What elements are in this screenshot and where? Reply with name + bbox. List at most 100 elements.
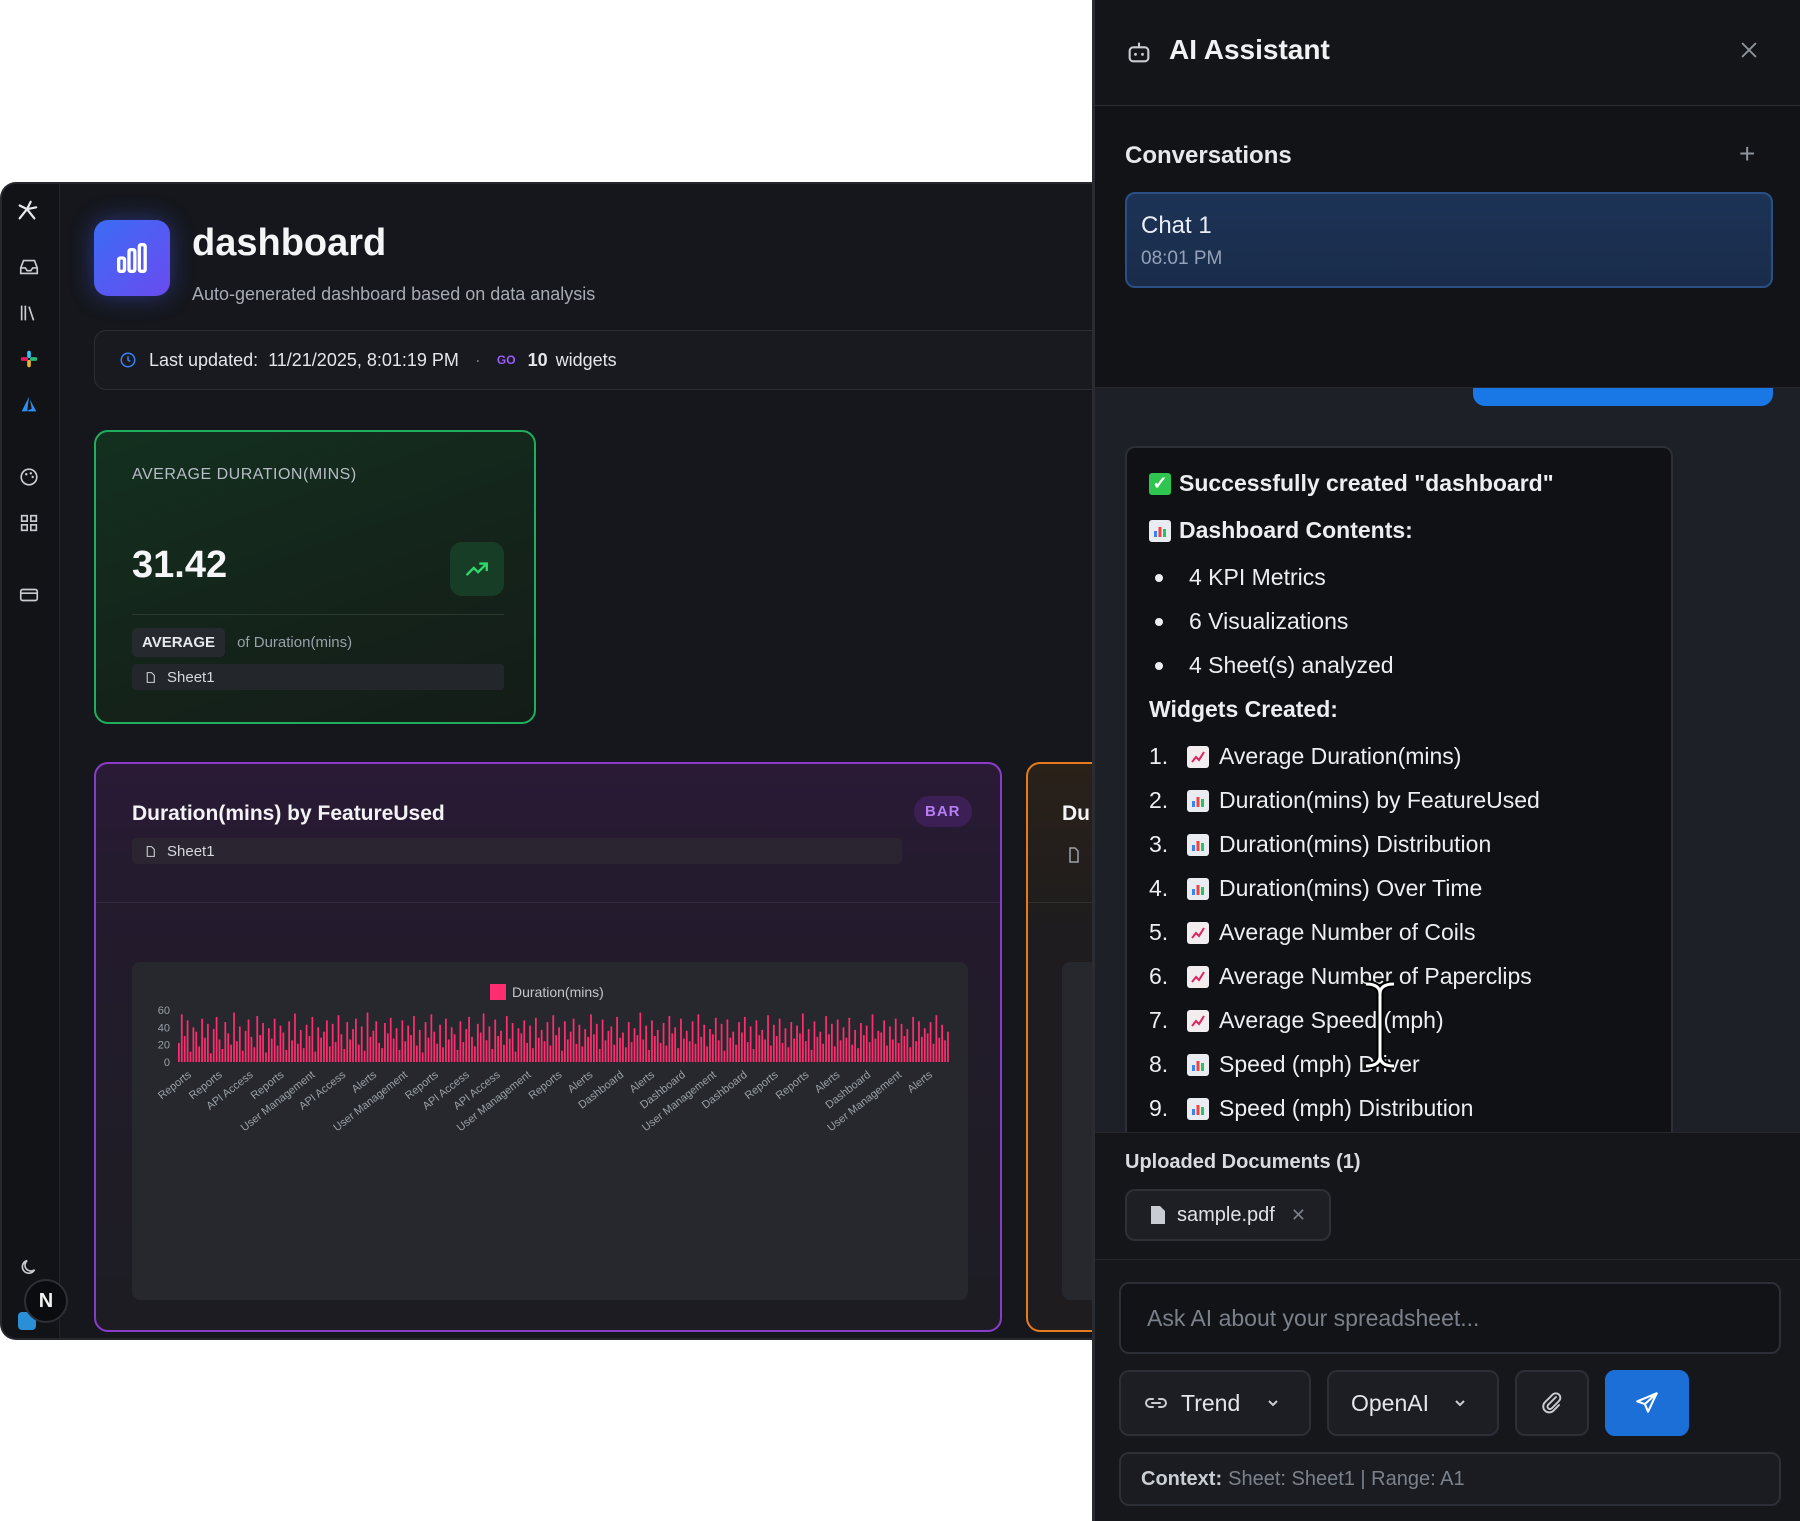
- widget-number: 1.: [1149, 743, 1169, 769]
- bar: [897, 1042, 900, 1062]
- dark-mode-icon[interactable]: [16, 1254, 42, 1280]
- bar: [471, 1036, 473, 1062]
- chart-title: Du: [1062, 802, 1090, 825]
- bar: [784, 1028, 787, 1062]
- bar: [880, 1032, 883, 1062]
- bar: [691, 1021, 694, 1062]
- x-tick-label: Reports: [527, 1069, 565, 1102]
- bar: [671, 1033, 674, 1062]
- widget-list-item: 3. Duration(mins) Distribution: [1149, 831, 1649, 858]
- bar: [601, 1019, 604, 1062]
- x-tick-label: Reports: [156, 1069, 194, 1102]
- bar: [854, 1029, 856, 1062]
- sheet-name: Sheet1: [167, 668, 215, 686]
- bar: [488, 1026, 491, 1062]
- new-conversation-button[interactable]: +: [1739, 138, 1755, 170]
- app-logo-icon[interactable]: [14, 198, 40, 224]
- bar: [825, 1016, 827, 1062]
- widget-number: 2.: [1149, 787, 1169, 813]
- card-icon[interactable]: [16, 582, 42, 608]
- bar: [839, 1040, 842, 1062]
- document-chip[interactable]: sample.pdf ✕: [1125, 1189, 1331, 1241]
- bar: [796, 1025, 798, 1062]
- bar: [886, 1045, 888, 1062]
- palette-icon[interactable]: [16, 464, 42, 490]
- bar: [787, 1047, 790, 1062]
- conversation-item[interactable]: Chat 1 08:01 PM: [1125, 192, 1773, 288]
- grid-icon[interactable]: [16, 510, 42, 536]
- last-updated-value: 11/21/2025, 8:01:19 PM: [268, 349, 459, 370]
- bar: [633, 1028, 636, 1062]
- bar: [192, 1027, 195, 1062]
- mode-select[interactable]: Trend: [1119, 1370, 1311, 1436]
- bar: [236, 1041, 238, 1062]
- send-icon: [1636, 1392, 1658, 1413]
- bar: [860, 1023, 862, 1062]
- trend-chart-emoji-icon: [1187, 921, 1209, 944]
- bar: [738, 1022, 740, 1062]
- bar: [709, 1029, 711, 1062]
- bar: [688, 1041, 691, 1062]
- model-select[interactable]: OpenAI: [1327, 1370, 1499, 1436]
- bar-chart-emoji-icon: [1187, 833, 1209, 856]
- bar: [712, 1034, 714, 1062]
- bar: [903, 1036, 906, 1062]
- bar: [447, 1039, 450, 1062]
- bar: [433, 1031, 436, 1062]
- widget-number: 4.: [1149, 875, 1169, 901]
- bar: [238, 1026, 241, 1062]
- bar: [610, 1026, 613, 1062]
- bar: [250, 1036, 253, 1062]
- library-icon[interactable]: [16, 300, 42, 326]
- bar-chart-card[interactable]: Duration(mins) by FeatureUsed BAR Sheet1…: [94, 762, 1002, 1332]
- bar: [613, 1044, 616, 1062]
- bar: [694, 1043, 697, 1062]
- bar: [267, 1028, 270, 1062]
- bar: [865, 1025, 868, 1062]
- bar: [842, 1027, 845, 1062]
- slack-icon[interactable]: [16, 346, 42, 372]
- azure-icon[interactable]: [16, 392, 42, 418]
- bar: [424, 1022, 427, 1062]
- bar: [706, 1046, 708, 1062]
- bar: [485, 1040, 488, 1062]
- bar: [720, 1023, 723, 1062]
- bar: [616, 1016, 618, 1062]
- bar: [497, 1036, 499, 1062]
- bar: [775, 1036, 778, 1062]
- widgets-label: widgets: [555, 349, 617, 370]
- chat-controls: Trend OpenAI: [1119, 1370, 1781, 1436]
- bar: [848, 1017, 851, 1062]
- attach-button[interactable]: [1515, 1370, 1589, 1436]
- bar-chart-emoji-icon: [1187, 1053, 1209, 1076]
- bar: [360, 1026, 363, 1062]
- uploaded-documents-label: Uploaded Documents (1): [1125, 1151, 1361, 1173]
- bar: [894, 1018, 897, 1062]
- kpi-card[interactable]: AVERAGE DURATION(MINS) 31.42 AVERAGE of …: [94, 430, 536, 724]
- bar: [410, 1035, 412, 1062]
- bar: [598, 1049, 601, 1062]
- bar: [178, 1042, 180, 1062]
- bar: [511, 1023, 514, 1062]
- chat-input[interactable]: Ask AI about your spreadsheet...: [1119, 1282, 1781, 1354]
- bar: [418, 1029, 421, 1062]
- bar: [407, 1025, 410, 1062]
- bullet: [1155, 617, 1163, 626]
- bar: [845, 1037, 848, 1062]
- remove-document-icon[interactable]: ✕: [1291, 1205, 1306, 1226]
- bar-chart-emoji-icon: [1187, 877, 1209, 900]
- bar: [923, 1028, 926, 1062]
- partial-chart-card[interactable]: Du: [1026, 762, 1094, 1332]
- bar: [581, 1046, 584, 1062]
- chevron-down-icon: [1268, 1400, 1278, 1407]
- bar: [343, 1049, 346, 1062]
- bar: [575, 1043, 578, 1062]
- send-button[interactable]: [1605, 1370, 1689, 1436]
- bar: [723, 1050, 726, 1062]
- message-area[interactable]: ✓ Successfully created "dashboard" Dashb…: [1095, 388, 1800, 1132]
- close-icon[interactable]: [1735, 36, 1763, 64]
- bar: [439, 1024, 441, 1062]
- inbox-icon[interactable]: [16, 254, 42, 280]
- bar: [552, 1015, 555, 1062]
- bar-chart: Duration(mins)0204060ReportsReportsAPI A…: [156, 984, 949, 1134]
